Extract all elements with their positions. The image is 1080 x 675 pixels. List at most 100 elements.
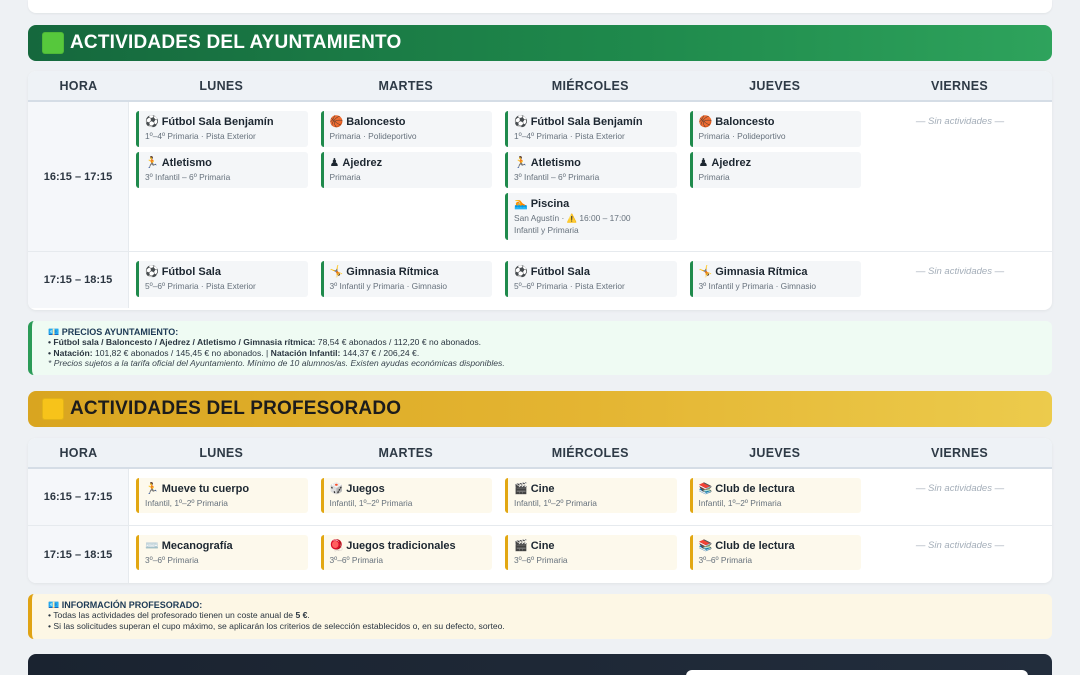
- header-miercoles: MIÉRCOLES: [551, 78, 629, 93]
- activity-card[interactable]: ⚽ Fútbol Sala 5º–6º Primaria · Pista Exter…: [136, 261, 308, 297]
- day-cell: ⚽ Fútbol Sala Benjamín 1º–4º Primaria · Pi…: [498, 102, 683, 251]
- day-cell: — Sin actividades —: [867, 526, 1052, 583]
- activity-title-text: Piscina: [530, 198, 570, 210]
- no-activities-label: — Sin actividades —: [915, 116, 1005, 127]
- activity-card[interactable]: 🎲 Juegos Infantil, 1º–2º Primaria: [320, 478, 492, 513]
- activity-icon: 🎬: [514, 483, 528, 495]
- activity-details: 3º Infantil y Primaria · Gimnasio: [698, 281, 817, 291]
- day-cell: — Sin actividades —: [867, 469, 1052, 525]
- activity-title-text: Ajedrez: [342, 157, 383, 169]
- ayuntamiento-title: ACTIVIDADES DEL AYUNTAMIENTO: [70, 32, 402, 53]
- activity-details: Primaria: [329, 172, 361, 182]
- activity-icon: 🤸: [698, 266, 713, 278]
- day-cell: 🎬 Cine 3º–6º Primaria: [498, 526, 683, 583]
- activity-details: Primaria · Polideportivo: [329, 131, 417, 141]
- day-cell: — Sin actividades —: [867, 252, 1052, 308]
- activity-details: Infantil, 1º–2º Primaria: [514, 498, 597, 508]
- activity-title: 🏊 Piscina: [514, 197, 672, 212]
- header-lunes: LUNES: [199, 445, 244, 460]
- activity-title-text: Baloncesto: [715, 116, 775, 128]
- activity-card[interactable]: 🏃 Atletismo 3º Infantil – 6º Primaria: [505, 152, 677, 188]
- activity-details: Infantil, 1º–2º Primaria: [329, 498, 413, 508]
- activity-icon: ⚽: [145, 266, 159, 278]
- activity-title-text: Ajedrez: [711, 157, 752, 169]
- activity-icon: 📚: [698, 540, 713, 552]
- previous-section-card: [28, 0, 1052, 13]
- activity-title: 🎲 Juegos: [330, 482, 488, 497]
- day-cell: ⚽ Fútbol Sala 5º–6º Primaria · Pista Exter…: [129, 252, 314, 308]
- activity-card[interactable]: ⚽ Fútbol Sala Benjamín 1º–4º Primaria · Pi…: [505, 111, 677, 147]
- header-martes: MARTES: [378, 445, 434, 460]
- activity-icon: 🎬: [514, 540, 528, 552]
- day-cell: ⚽ Fútbol Sala 5º–6º Primaria · Pista Exter…: [498, 252, 683, 308]
- prices-line-2: • Natación: 101,82 € abonados / 145,45 €…: [48, 347, 420, 358]
- activity-card[interactable]: 🤸 Gimnasia Rítmica 3º Infantil y Primaria …: [320, 261, 492, 297]
- activity-icon: 🏀: [698, 116, 713, 128]
- header-hora: HORA: [59, 78, 98, 93]
- activity-details: 3º Infantil – 6º Primaria: [514, 172, 600, 182]
- activity-title-text: Baloncesto: [346, 116, 406, 128]
- header-hora: HORA: [59, 445, 98, 460]
- info-line-1: • Todas las actividades del profesorado …: [48, 610, 310, 620]
- activity-icon: 🎲: [329, 483, 344, 495]
- day-cell: 🎲 Juegos Infantil, 1º–2º Primaria: [314, 469, 499, 525]
- activity-card[interactable]: 🎬 Cine Infantil, 1º–2º Primaria: [505, 478, 677, 513]
- day-cell: 🏀 Baloncesto Primaria · Polideportivo ♟ Ajed…: [683, 102, 868, 251]
- ayuntamiento-schedule-table: HORA LUNES MARTES MIÉRCOLES JUEVES VIERN…: [28, 71, 1052, 310]
- activity-icon: ⌨️: [145, 540, 159, 552]
- activity-icon: 🏃: [145, 157, 159, 169]
- activity-details: Infantil y Primaria: [514, 225, 579, 235]
- day-cell: 🤸 Gimnasia Rítmica 3º Infantil y Primaria …: [683, 252, 868, 308]
- activity-title-text: Fútbol Sala: [161, 266, 221, 278]
- activity-icon: 🏊: [514, 198, 528, 210]
- table-header: HORA LUNES MARTES MIÉRCOLES JUEVES VIERN…: [28, 71, 1052, 102]
- activity-title-text: Mecanografía: [161, 540, 233, 552]
- activity-card[interactable]: ⚽ Fútbol Sala 5º–6º Primaria · Pista Exter…: [505, 261, 677, 297]
- activity-card[interactable]: 📚 Club de lectura 3º–6º Primaria: [689, 535, 861, 570]
- activity-title: ⚽ Fútbol Sala: [145, 265, 303, 280]
- green-square-icon: [42, 32, 64, 54]
- activity-card[interactable]: ♟ Ajedrez Primaria: [689, 152, 861, 188]
- footer-panel: [28, 654, 1052, 675]
- activity-title-text: Club de lectura: [715, 483, 795, 495]
- profesorado-schedule-table: HORA LUNES MARTES MIÉRCOLES JUEVES VIERN…: [28, 438, 1052, 583]
- time-slot: 17:15 – 18:15: [28, 252, 129, 308]
- header-jueves: JUEVES: [749, 445, 801, 460]
- activity-card[interactable]: ⚽ Fútbol Sala Benjamín 1º–4º Primaria · Pi…: [136, 111, 308, 147]
- no-activities-label: — Sin actividades —: [915, 483, 1005, 494]
- day-cell: — Sin actividades —: [867, 102, 1052, 251]
- activity-details: 1º–4º Primaria · Pista Exterior: [145, 131, 256, 141]
- activity-card[interactable]: 🏀 Baloncesto Primaria · Polideportivo: [320, 111, 492, 147]
- activity-card[interactable]: 🏃 Mueve tu cuerpo Infantil, 1º–2º Primaria: [136, 478, 308, 513]
- ayuntamiento-prices-note: 💶 PRECIOS AYUNTAMIENTO: • Fútbol sala / …: [28, 321, 1052, 375]
- activity-card[interactable]: 🎬 Cine 3º–6º Primaria: [505, 535, 677, 570]
- activity-card[interactable]: 🪀 Juegos tradicionales 3º–6º Primaria: [320, 535, 492, 570]
- activity-icon: ⚽: [145, 116, 159, 128]
- info-heading: 💶 INFORMACIÓN PROFESORADO:: [48, 600, 203, 610]
- activity-icon: 🤸: [329, 266, 344, 278]
- activity-card[interactable]: ⌨️ Mecanografía 3º–6º Primaria: [136, 535, 308, 570]
- activity-card[interactable]: 📚 Club de lectura Infantil, 1º–2º Primaria: [689, 478, 861, 513]
- activity-title: 🤸 Gimnasia Rítmica: [330, 265, 488, 280]
- day-cell: ⚽ Fútbol Sala Benjamín 1º–4º Primaria · Pi…: [129, 102, 314, 251]
- activity-card[interactable]: ♟ Ajedrez Primaria: [320, 152, 492, 188]
- activity-title: 🏀 Baloncesto: [699, 115, 857, 130]
- activity-title-text: Mueve tu cuerpo: [161, 483, 250, 495]
- activity-card[interactable]: 🤸 Gimnasia Rítmica 3º Infantil y Primaria …: [689, 261, 861, 297]
- activity-title: 🤸 Gimnasia Rítmica: [699, 265, 857, 280]
- activity-icon: ♟: [698, 157, 709, 169]
- table-row: 17:15 – 18:15 ⚽ Fútbol Sala 5º–6º Primaria …: [28, 252, 1052, 308]
- activity-details: 5º–6º Primaria · Pista Exterior: [514, 281, 625, 291]
- activity-title-text: Fútbol Sala: [530, 266, 590, 278]
- activity-icon: 🏀: [329, 116, 344, 128]
- activity-card[interactable]: 🏀 Baloncesto Primaria · Polideportivo: [689, 111, 861, 147]
- activity-title: 🏃 Atletismo: [514, 156, 672, 171]
- activity-card[interactable]: 🏊 Piscina San Agustín · ⚠️ 16:00 – 17:00 In…: [505, 193, 677, 240]
- profesorado-banner: ACTIVIDADES DEL PROFESORADO: [28, 391, 1052, 427]
- activity-card[interactable]: 🏃 Atletismo 3º Infantil – 6º Primaria: [136, 152, 308, 188]
- activity-title: ⚽ Fútbol Sala Benjamín: [145, 115, 303, 130]
- activity-title: ♟ Ajedrez: [330, 156, 488, 171]
- activity-details: San Agustín · ⚠️ 16:00 – 17:00: [514, 213, 631, 223]
- header-miercoles: MIÉRCOLES: [551, 445, 629, 460]
- day-cell: 🤸 Gimnasia Rítmica 3º Infantil y Primaria …: [314, 252, 499, 308]
